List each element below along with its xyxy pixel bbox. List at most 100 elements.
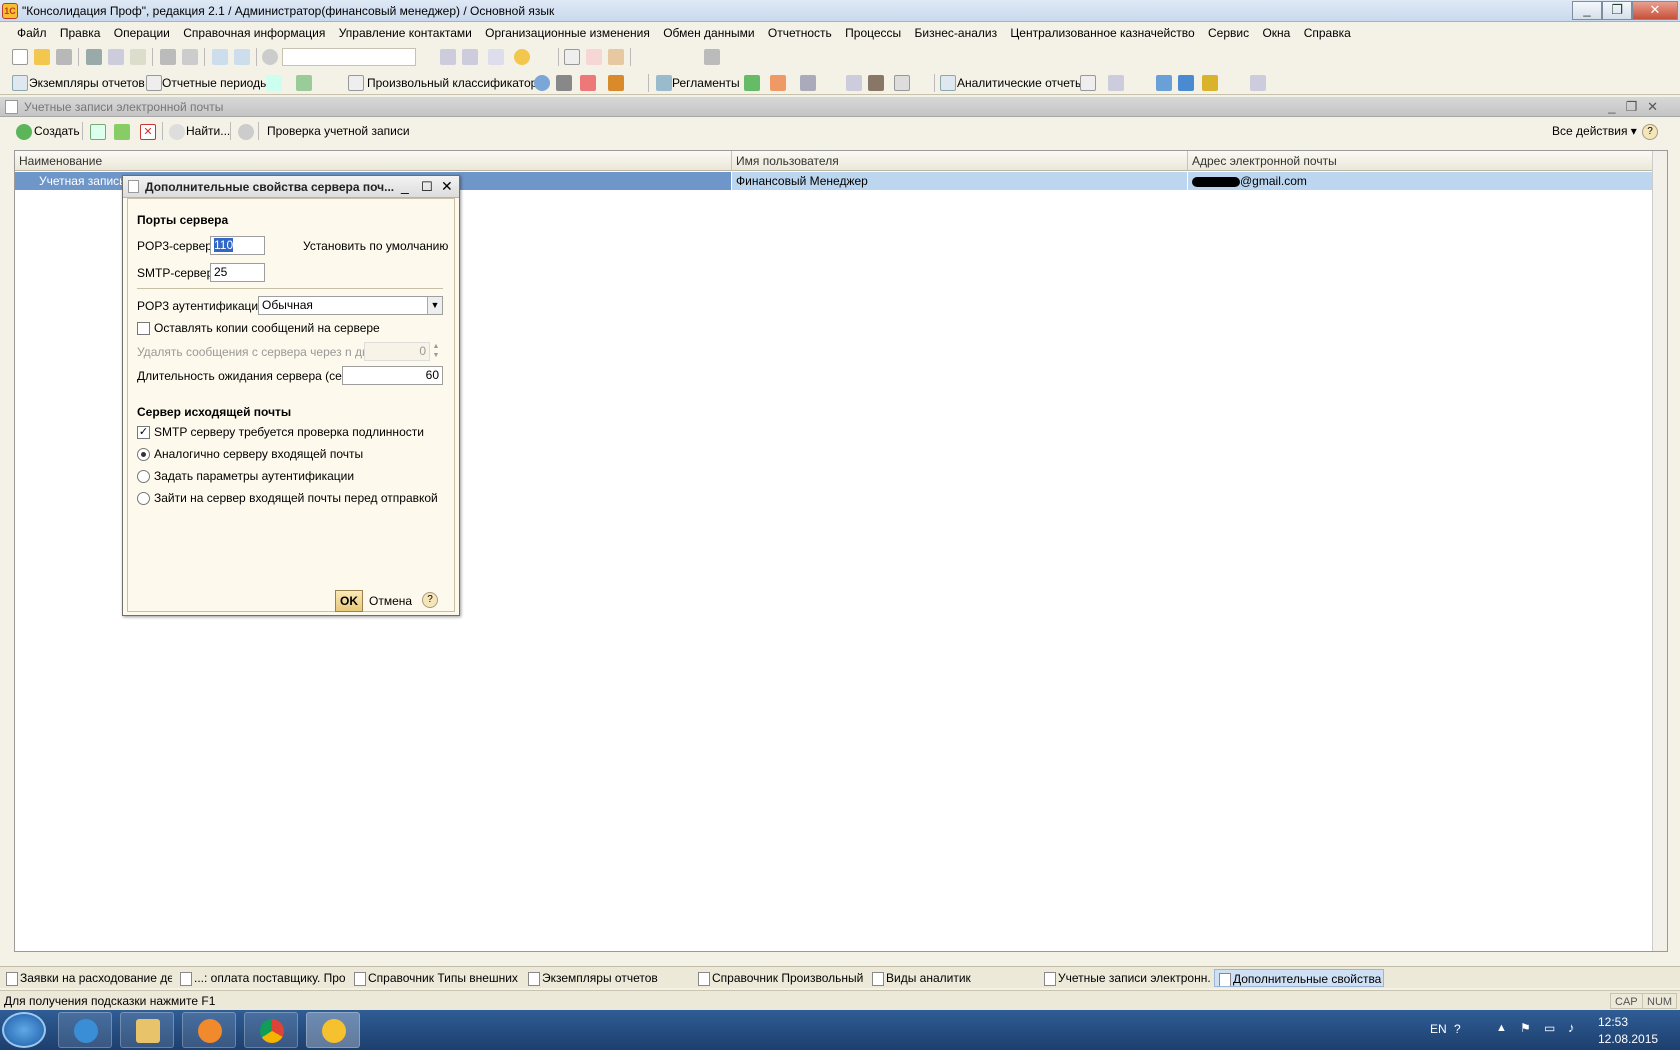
chrome-app[interactable] — [244, 1012, 298, 1048]
menu-help[interactable]: Справка — [1299, 22, 1356, 44]
window-tab[interactable]: Экземпляры отчетов — [524, 969, 694, 987]
copy-icon[interactable] — [108, 49, 124, 65]
language-indicator[interactable]: EN — [1430, 1022, 1447, 1036]
menu-contacts[interactable]: Управление контактами — [334, 22, 477, 44]
search-icon[interactable] — [262, 49, 278, 65]
analytic-reports-button[interactable]: Аналитические отчеты — [957, 76, 1084, 90]
help-icon[interactable]: ? — [1642, 124, 1658, 140]
smtp-auth-checkbox[interactable]: ✓ — [137, 426, 150, 439]
tree-icon[interactable] — [580, 75, 596, 91]
cancel-button[interactable]: Отмена — [369, 594, 412, 608]
minimize-button[interactable]: _ — [1572, 1, 1602, 20]
menu-processes[interactable]: Процессы — [840, 22, 906, 44]
menu-edit[interactable]: Правка — [55, 22, 106, 44]
database-icon[interactable] — [1156, 75, 1172, 91]
chevron-down-icon[interactable]: ▼ — [427, 297, 442, 314]
timeout-input[interactable]: 60 — [342, 366, 443, 385]
delete-icon[interactable]: ✕ — [140, 124, 156, 140]
check-search-icon[interactable] — [238, 124, 254, 140]
set-default-link[interactable]: Установить по умолчанию — [303, 239, 448, 253]
start-button[interactable] — [2, 1012, 46, 1048]
dialog-help-icon[interactable]: ? — [422, 592, 438, 608]
search-input[interactable] — [282, 48, 416, 66]
phone-icon[interactable] — [846, 75, 862, 91]
calculator-icon[interactable] — [564, 49, 580, 65]
menu-business-analysis[interactable]: Бизнес-анализ — [910, 22, 1003, 44]
report-chart-icon[interactable] — [1080, 75, 1096, 91]
tray-expand-icon[interactable]: ▲ — [1496, 1022, 1507, 1034]
menu-operations[interactable]: Операции — [109, 22, 175, 44]
media-player-app[interactable] — [182, 1012, 236, 1048]
volume-icon[interactable]: ♪ — [1568, 1020, 1575, 1035]
radio-same-as-incoming[interactable] — [137, 448, 150, 461]
open-folder-icon[interactable] — [34, 49, 50, 65]
undo-icon[interactable] — [212, 49, 228, 65]
clock-date[interactable]: 12.08.2015 — [1598, 1032, 1658, 1046]
new-document-icon[interactable] — [12, 49, 28, 65]
documents-icon[interactable] — [894, 75, 910, 91]
calendar-icon[interactable] — [586, 49, 602, 65]
1c-app[interactable] — [306, 1012, 360, 1048]
redo-icon[interactable] — [234, 49, 250, 65]
pop3-port-input[interactable]: 110 — [210, 236, 265, 255]
keep-copies-checkbox[interactable] — [137, 322, 150, 335]
print-icon[interactable] — [160, 49, 176, 65]
save-icon[interactable] — [56, 49, 72, 65]
window-tab-active[interactable]: Дополнительные свойства ... — [1214, 969, 1384, 987]
settings-panel-icon[interactable] — [1250, 75, 1266, 91]
report-periods-button[interactable]: Отчетные периоды — [162, 76, 269, 90]
clock-time[interactable]: 12:53 — [1598, 1015, 1628, 1029]
pop3-auth-select[interactable]: Обычная ▼ — [258, 296, 443, 315]
radio-set-auth-params[interactable] — [137, 470, 150, 483]
radio-login-before-send[interactable] — [137, 492, 150, 505]
structure-icon[interactable] — [770, 75, 786, 91]
info-icon[interactable] — [514, 49, 530, 65]
help-tray-icon[interactable]: ? — [1454, 1022, 1461, 1036]
create-button[interactable]: Создать — [34, 124, 80, 138]
window-tab[interactable]: Справочник Типы внешних ... — [350, 969, 520, 987]
ie-app[interactable] — [58, 1012, 112, 1048]
menu-windows[interactable]: Окна — [1257, 22, 1295, 44]
users-icon[interactable] — [608, 49, 624, 65]
all-actions-menu[interactable]: Все действия ▾ — [1552, 124, 1637, 138]
grid-icon[interactable] — [556, 75, 572, 91]
window-tab[interactable]: Заявки на расходование де... — [2, 969, 172, 987]
menu-service[interactable]: Сервис — [1203, 22, 1254, 44]
edit-icon[interactable] — [114, 124, 130, 140]
export-icon[interactable] — [1108, 75, 1124, 91]
paste-icon[interactable] — [130, 49, 146, 65]
window-tab[interactable]: Справочник Произвольный... — [694, 969, 864, 987]
print-preview-icon[interactable] — [182, 49, 198, 65]
window-tab[interactable]: Виды аналитик — [868, 969, 1038, 987]
dialog-titlebar[interactable]: Дополнительные свойства сервера поч... _… — [123, 176, 459, 198]
window-tab[interactable]: Учетные записи электронн... — [1040, 969, 1210, 987]
table-icon[interactable] — [296, 75, 312, 91]
window-titlebar[interactable]: 1С "Консолидация Проф", редакция 2.1 / А… — [0, 0, 1680, 22]
regulations-button[interactable]: Регламенты — [672, 76, 740, 90]
column-email[interactable]: Адрес электронной почты — [1188, 151, 1653, 171]
maximize-button[interactable]: ❐ — [1602, 1, 1632, 20]
storage-icon[interactable] — [1178, 75, 1194, 91]
window-tab[interactable]: ...: оплата поставщику. Про... — [176, 969, 346, 987]
report-instances-button[interactable]: Экземпляры отчетов — [29, 76, 145, 90]
archive-icon[interactable] — [608, 75, 624, 91]
cut-icon[interactable] — [86, 49, 102, 65]
history-forward-icon[interactable] — [462, 49, 478, 65]
tools-icon[interactable] — [704, 49, 720, 65]
smtp-port-input[interactable]: 25 — [210, 263, 265, 282]
child-window-titlebar[interactable]: Учетные записи электронной почты _❐✕ — [0, 97, 1680, 117]
menu-reference-info[interactable]: Справочная информация — [178, 22, 330, 44]
check-account-button[interactable]: Проверка учетной записи — [267, 124, 410, 138]
windows-icon[interactable] — [488, 49, 504, 65]
delete-after-input[interactable]: 0 — [364, 342, 430, 361]
column-name[interactable]: Наименование — [15, 151, 732, 171]
arbitrary-classifier-button[interactable]: Произвольный классификатор — [367, 76, 537, 90]
menu-treasury[interactable]: Централизованное казначейство — [1005, 22, 1199, 44]
org-chart-icon[interactable] — [744, 75, 760, 91]
flag-icon[interactable]: ⚑ — [1520, 1021, 1531, 1035]
dialog-maximize-button[interactable]: ☐ — [421, 179, 433, 195]
menu-file[interactable]: Файл — [12, 22, 52, 44]
add-copy-icon[interactable] — [90, 124, 106, 140]
menu-reporting[interactable]: Отчетность — [763, 22, 837, 44]
days-stepper[interactable]: ▲ ▼ — [430, 342, 442, 361]
